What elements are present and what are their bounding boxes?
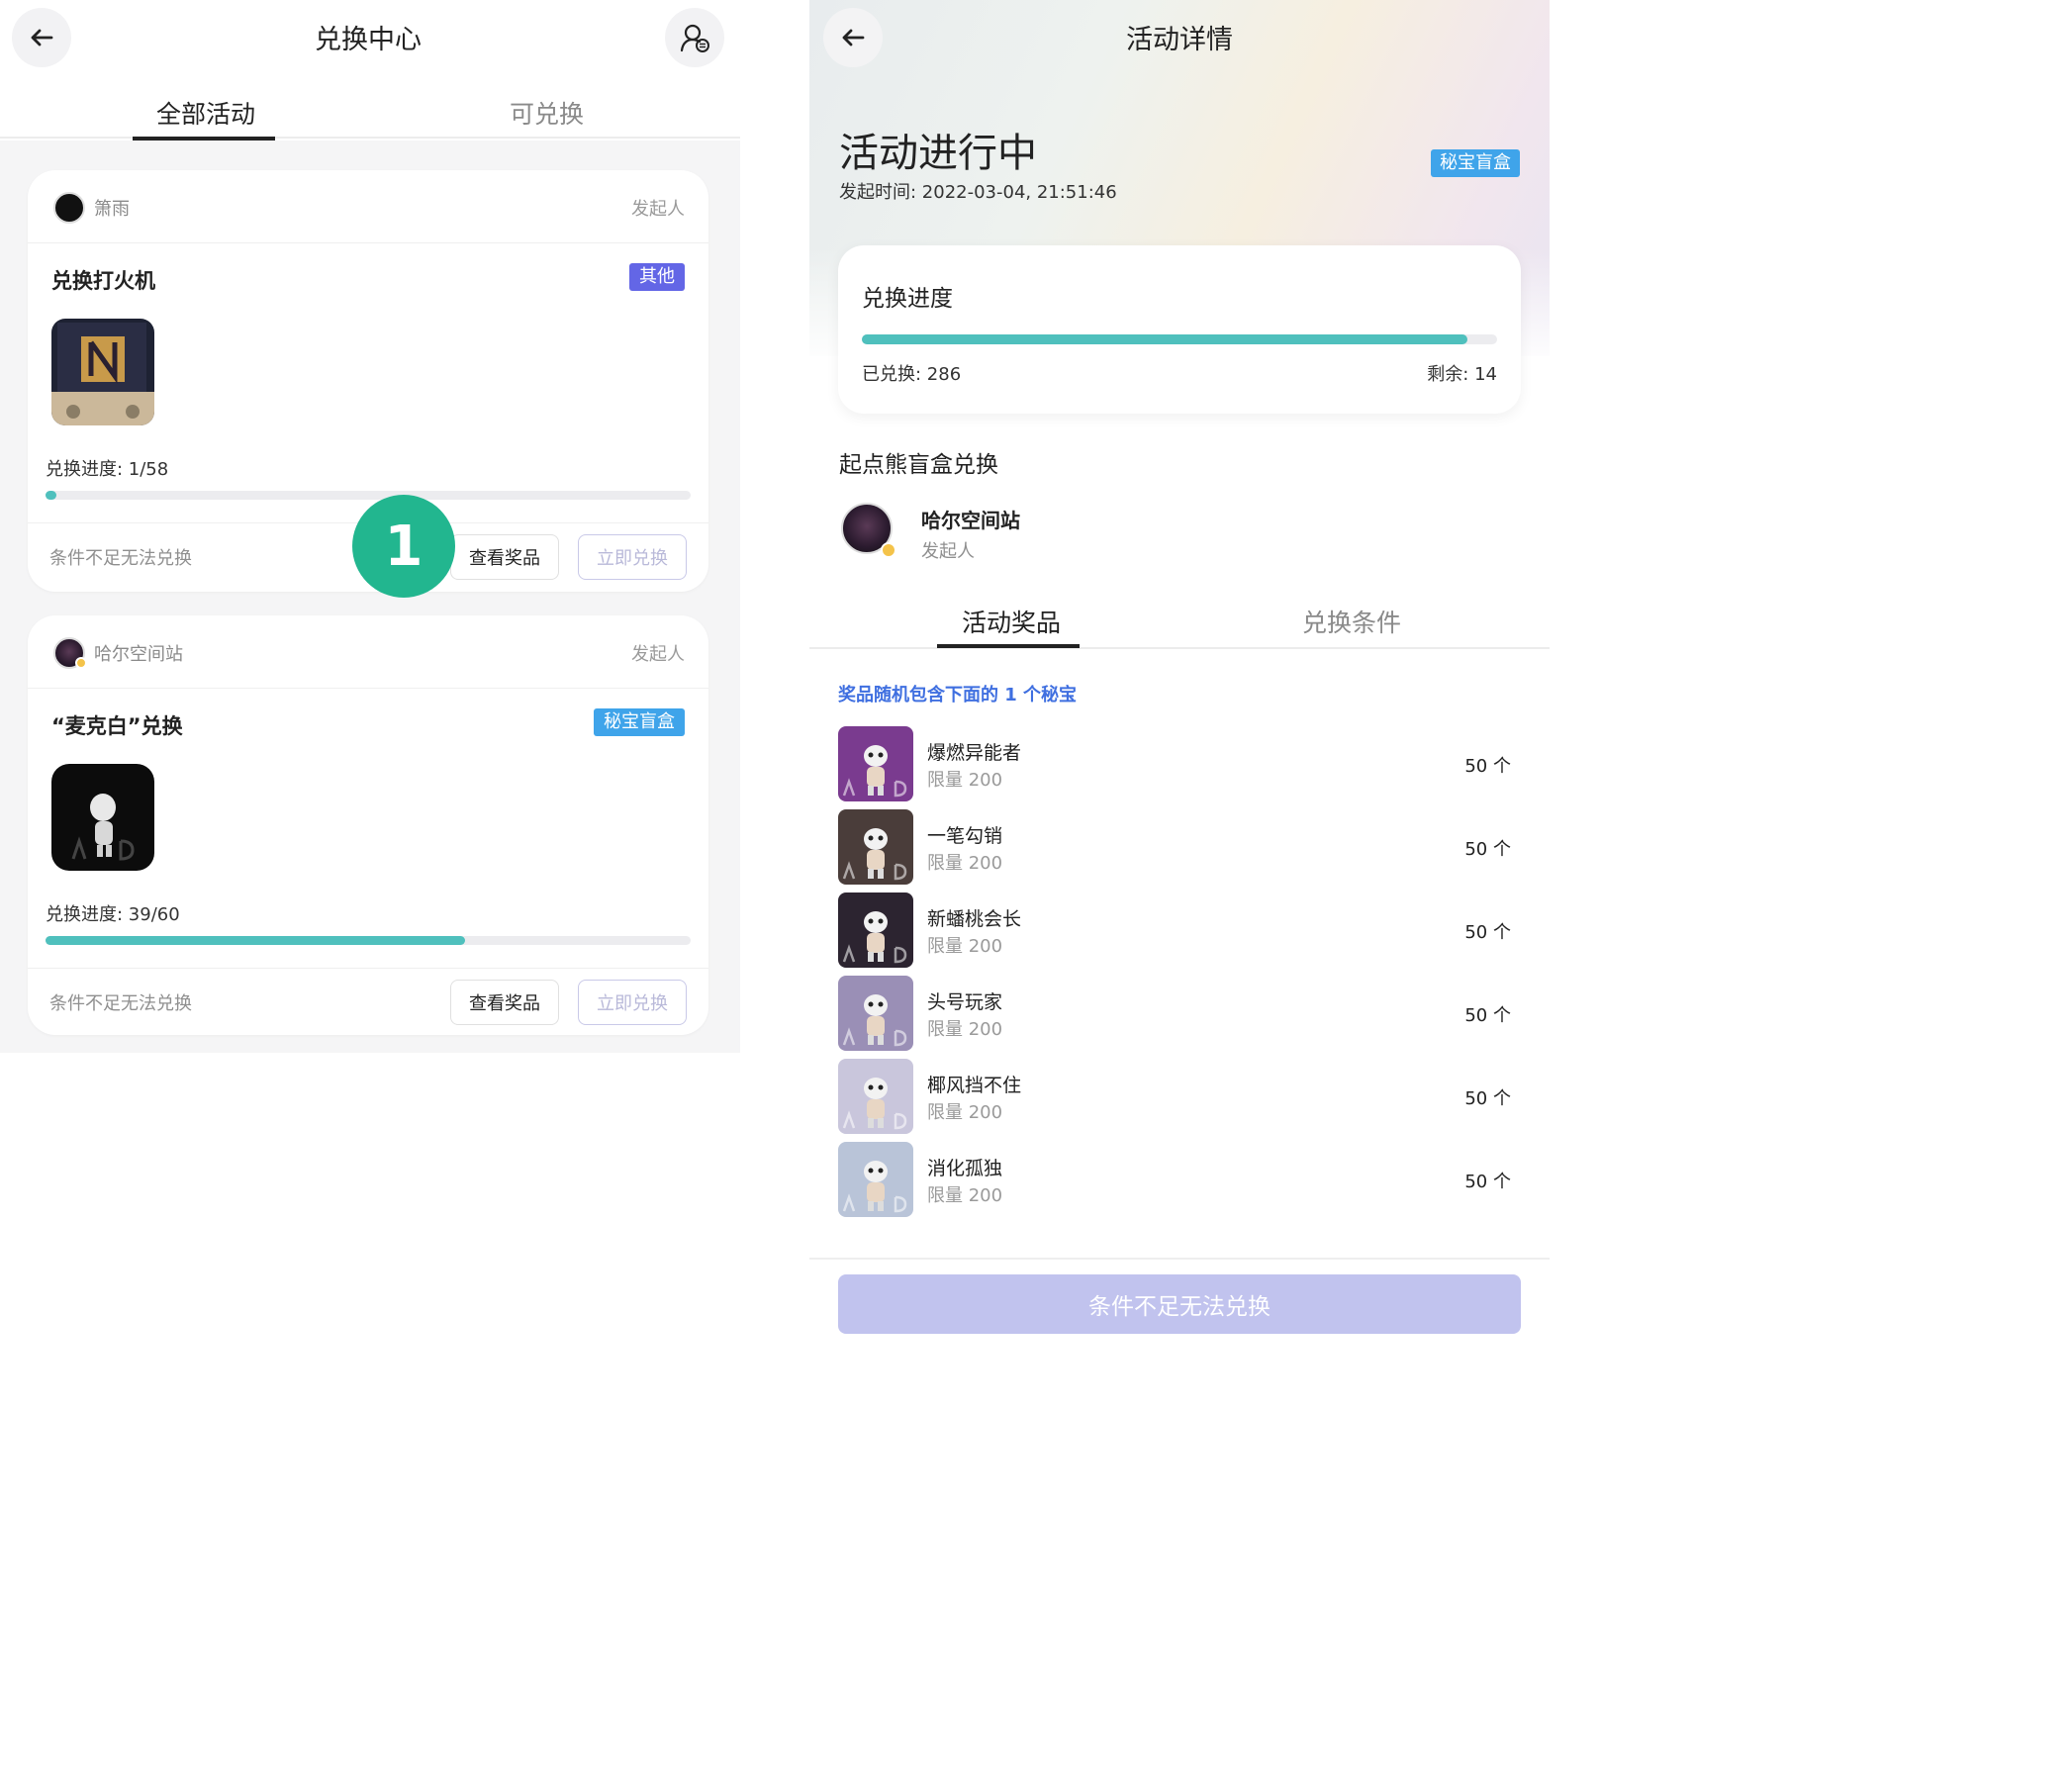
user-exchange-icon bbox=[680, 24, 709, 52]
tabs-divider bbox=[809, 647, 1550, 649]
progress-bar bbox=[862, 334, 1497, 344]
card-header: 箫雨 发起人 bbox=[28, 170, 708, 243]
prize-item[interactable]: 头号玩家 限量 200 50 个 bbox=[838, 976, 1521, 1053]
prize-item-image bbox=[838, 1059, 913, 1134]
prize-item-image bbox=[838, 976, 913, 1051]
prize-image-lighter bbox=[51, 319, 154, 425]
prize-item-name: 椰风挡不住 bbox=[927, 1075, 1022, 1096]
prize-item[interactable]: 椰风挡不住 限量 200 50 个 bbox=[838, 1059, 1521, 1136]
prize-item-limit: 限量 200 bbox=[927, 1102, 1003, 1123]
organizer-role: 发起人 bbox=[631, 199, 685, 220]
progress-bar bbox=[46, 936, 691, 945]
condition-hint: 条件不足无法兑换 bbox=[49, 993, 192, 1014]
exchange-center-screen: 兑换中心 全部活动 可兑换 箫雨 发起人 兑换打火机 其他 兑换进度: 1/58… bbox=[0, 0, 740, 1340]
prize-item-image bbox=[838, 809, 913, 885]
organizer-name: 箫雨 bbox=[94, 199, 130, 220]
tab-all-activities[interactable]: 全部活动 bbox=[156, 95, 255, 131]
redeem-now-button[interactable]: 立即兑换 bbox=[578, 980, 687, 1025]
arrow-left-icon bbox=[31, 29, 53, 47]
prize-item[interactable]: 一笔勾销 限量 200 50 个 bbox=[838, 809, 1521, 887]
card-header: 哈尔空间站 发起人 bbox=[28, 615, 708, 689]
prize-item-name: 头号玩家 bbox=[927, 991, 1003, 1013]
page-title: 兑换中心 bbox=[315, 25, 422, 55]
prize-item[interactable]: 新蟠桃会长 限量 200 50 个 bbox=[838, 892, 1521, 970]
tab-exchange-conditions[interactable]: 兑换条件 bbox=[1302, 604, 1401, 639]
progress-fill bbox=[862, 334, 1467, 344]
prize-item-name: 消化孤独 bbox=[927, 1158, 1003, 1179]
prize-note: 奖品随机包含下面的 1 个秘宝 bbox=[838, 685, 1078, 705]
prize-item-image bbox=[838, 1142, 913, 1217]
category-badge: 秘宝盲盒 bbox=[594, 708, 685, 736]
prize-item-quantity: 50 个 bbox=[1464, 756, 1511, 777]
activity-status: 活动进行中 bbox=[839, 131, 1037, 176]
category-badge: 秘宝盲盒 bbox=[1431, 149, 1520, 177]
prize-item-limit: 限量 200 bbox=[927, 1019, 1003, 1040]
activity-detail-screen: 活动详情 活动进行中 发起时间: 2022-03-04, 21:51:46 秘宝… bbox=[809, 0, 1550, 1340]
prize-item-limit: 限量 200 bbox=[927, 936, 1003, 957]
view-prizes-button[interactable]: 查看奖品 bbox=[450, 980, 559, 1025]
progress-bar bbox=[46, 491, 691, 500]
prize-item[interactable]: 消化孤独 限量 200 50 个 bbox=[838, 1142, 1521, 1219]
bottom-divider bbox=[809, 1258, 1550, 1260]
tab-indicator bbox=[937, 644, 1080, 648]
redeem-disabled-button[interactable]: 条件不足无法兑换 bbox=[838, 1274, 1521, 1334]
progress-label: 兑换进度: 39/60 bbox=[46, 904, 180, 925]
card-footer-divider bbox=[28, 968, 708, 969]
activity-card[interactable]: 哈尔空间站 发起人 “麦克白”兑换 秘宝盲盒 兑换进度: 39/60 条件不足无… bbox=[28, 615, 708, 1035]
view-prizes-button[interactable]: 查看奖品 bbox=[450, 534, 559, 580]
prize-item-quantity: 50 个 bbox=[1464, 922, 1511, 943]
verified-icon bbox=[881, 542, 896, 558]
prize-item-name: 一笔勾销 bbox=[927, 825, 1003, 847]
redeemed-count: 已兑换: 286 bbox=[862, 364, 962, 385]
prize-item-name: 新蟠桃会长 bbox=[927, 908, 1022, 930]
prize-item-quantity: 50 个 bbox=[1464, 839, 1511, 860]
organizer-name: 哈尔空间站 bbox=[94, 644, 183, 665]
progress-fill bbox=[46, 491, 57, 500]
tab-activity-prizes[interactable]: 活动奖品 bbox=[962, 604, 1061, 639]
back-button[interactable] bbox=[12, 8, 71, 67]
remaining-count: 剩余: 14 bbox=[1427, 364, 1497, 385]
step-marker: 1 bbox=[352, 495, 455, 598]
prize-item-limit: 限量 200 bbox=[927, 853, 1003, 874]
prize-item-image bbox=[838, 726, 913, 801]
condition-hint: 条件不足无法兑换 bbox=[49, 548, 192, 569]
organizer-name[interactable]: 哈尔空间站 bbox=[921, 505, 1020, 533]
user-exchange-button[interactable] bbox=[665, 8, 724, 67]
prize-item-limit: 限量 200 bbox=[927, 1185, 1003, 1206]
verified-icon bbox=[75, 657, 87, 669]
organizer-role: 发起人 bbox=[921, 541, 975, 562]
prize-item[interactable]: 爆燃异能者 限量 200 50 个 bbox=[838, 726, 1521, 803]
prize-item-limit: 限量 200 bbox=[927, 770, 1003, 791]
page-title: 活动详情 bbox=[1126, 25, 1233, 55]
prize-item-image bbox=[838, 892, 913, 968]
activity-title: “麦克白”兑换 bbox=[51, 714, 183, 738]
activity-title: 兑换打火机 bbox=[51, 269, 155, 293]
start-time: 发起时间: 2022-03-04, 21:51:46 bbox=[839, 182, 1117, 203]
redeem-now-button[interactable]: 立即兑换 bbox=[578, 534, 687, 580]
prize-item-quantity: 50 个 bbox=[1464, 1005, 1511, 1026]
prize-item-quantity: 50 个 bbox=[1464, 1088, 1511, 1109]
category-badge: 其他 bbox=[629, 263, 685, 291]
prize-item-name: 爆燃异能者 bbox=[927, 742, 1022, 764]
prize-image-figure bbox=[51, 764, 154, 871]
activity-name: 起点熊盲盒兑换 bbox=[839, 452, 998, 478]
organizer-avatar bbox=[53, 192, 85, 224]
tabs-divider bbox=[0, 137, 740, 139]
progress-label: 兑换进度: 1/58 bbox=[46, 459, 169, 480]
tab-redeemable[interactable]: 可兑换 bbox=[510, 95, 584, 131]
prize-item-quantity: 50 个 bbox=[1464, 1172, 1511, 1192]
progress-fill bbox=[46, 936, 465, 945]
exchange-progress-card: 兑换进度 已兑换: 286 剩余: 14 bbox=[838, 245, 1521, 414]
organizer-role: 发起人 bbox=[631, 644, 685, 665]
progress-card-title: 兑换进度 bbox=[862, 286, 953, 312]
